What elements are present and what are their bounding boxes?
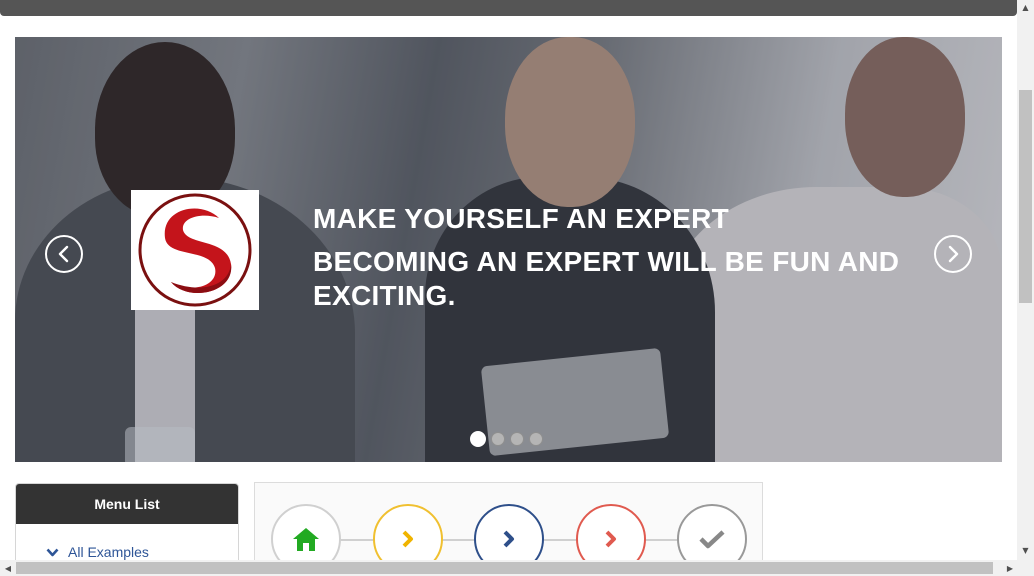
carousel-indicators [470, 431, 543, 447]
chevron-left-icon [58, 245, 69, 263]
hero-headline-line1: MAKE YOURSELF AN EXPERT [313, 203, 730, 234]
carousel-dot[interactable] [470, 431, 486, 447]
hero-headline: MAKE YOURSELF AN EXPERT BECOMING AN EXPE… [313, 202, 933, 313]
chevron-right-icon [402, 530, 413, 548]
hero-headline-line2: BECOMING AN EXPERT WILL BE FUN AND EXCIT… [313, 246, 900, 311]
scroll-down-icon[interactable]: ▼ [1017, 543, 1034, 557]
brand-logo [131, 190, 259, 310]
home-icon [293, 528, 319, 551]
chevron-right-icon [503, 530, 514, 548]
top-bar [0, 0, 1017, 16]
scroll-left-icon[interactable]: ◀ [1, 560, 15, 576]
chevron-right-icon [948, 245, 959, 263]
chevron-down-icon [46, 548, 59, 556]
scroll-up-icon[interactable]: ▲ [1017, 0, 1034, 14]
menu-list-title: Menu List [16, 484, 238, 524]
menu-item-all-examples[interactable]: All Examples [46, 544, 149, 560]
menu-item-label: All Examples [68, 544, 149, 560]
horizontal-scrollbar-thumb[interactable] [16, 562, 993, 574]
carousel-next-button[interactable] [934, 235, 972, 273]
horizontal-scrollbar[interactable]: ◀ ▶ [0, 560, 1034, 576]
vertical-scrollbar-thumb[interactable] [1019, 90, 1032, 303]
carousel-dot[interactable] [529, 432, 543, 446]
scroll-right-icon[interactable]: ▶ [1003, 560, 1017, 576]
carousel-dot[interactable] [491, 432, 505, 446]
hero-carousel[interactable]: MAKE YOURSELF AN EXPERT BECOMING AN EXPE… [15, 37, 1002, 462]
carousel-prev-button[interactable] [45, 235, 83, 273]
vertical-scrollbar[interactable]: ▲ ▼ [1017, 0, 1034, 560]
chevron-right-icon [605, 530, 616, 548]
check-icon [699, 530, 725, 549]
carousel-dot[interactable] [510, 432, 524, 446]
